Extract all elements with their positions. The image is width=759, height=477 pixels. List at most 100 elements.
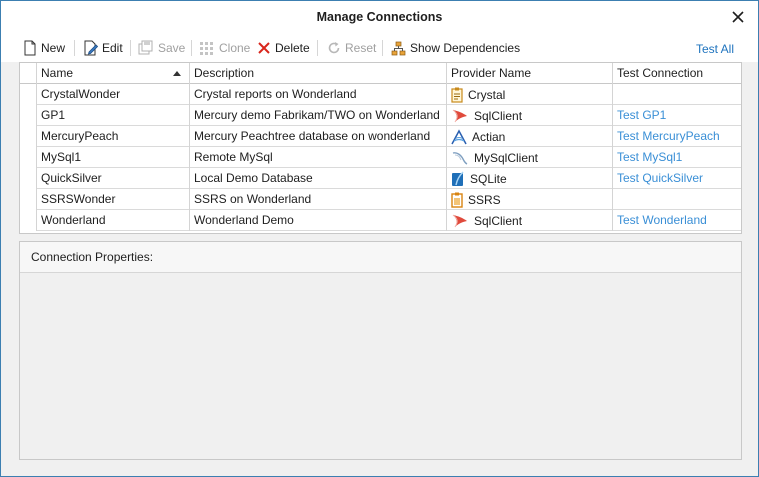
test-connection-link[interactable]: Test Wonderland bbox=[613, 210, 741, 231]
cell-name: CrystalWonder bbox=[37, 84, 190, 105]
cell-provider: SSRS bbox=[447, 189, 613, 210]
sort-ascending-icon bbox=[173, 71, 181, 76]
test-connection-link[interactable]: Test QuickSilver bbox=[613, 168, 741, 189]
row-selector[interactable] bbox=[20, 210, 37, 231]
actian-icon bbox=[451, 128, 467, 144]
reset-icon bbox=[328, 42, 340, 54]
cell-name: GP1 bbox=[37, 105, 190, 126]
column-header-test-connection[interactable]: Test Connection bbox=[613, 63, 741, 84]
new-document-icon bbox=[24, 40, 36, 56]
edit-label: Edit bbox=[102, 41, 123, 55]
row-selector[interactable] bbox=[20, 84, 37, 105]
test-connection-link[interactable]: Test MercuryPeach bbox=[613, 126, 741, 147]
ssrs-icon bbox=[451, 192, 463, 208]
clone-icon bbox=[200, 42, 213, 55]
cell-provider: MySqlClient bbox=[447, 147, 613, 168]
cell-description: Mercury Peachtree database on wonderland bbox=[190, 126, 447, 147]
table-row[interactable]: CrystalWonder Crystal reports on Wonderl… bbox=[20, 84, 741, 105]
provider-label: MySqlClient bbox=[474, 150, 539, 165]
table-row[interactable]: GP1 Mercury demo Fabrikam/TWO on Wonderl… bbox=[20, 105, 741, 126]
clone-label: Clone bbox=[219, 41, 251, 55]
reset-label: Reset bbox=[345, 41, 377, 55]
provider-label: SQLite bbox=[470, 171, 507, 186]
cell-description: Crystal reports on Wonderland bbox=[190, 84, 447, 105]
table-row[interactable]: QuickSilver Local Demo Database SQLite T… bbox=[20, 168, 741, 189]
row-selector[interactable] bbox=[20, 105, 37, 126]
column-header-label: Test Connection bbox=[617, 66, 704, 80]
new-label: New bbox=[41, 41, 66, 55]
toolbar-separator bbox=[317, 40, 318, 56]
provider-label: SqlClient bbox=[474, 108, 523, 123]
column-header-name[interactable]: Name bbox=[37, 63, 190, 84]
manage-connections-window: Manage Connections New Edit Save Clone D… bbox=[0, 0, 759, 477]
delete-x-icon bbox=[258, 42, 270, 54]
crystal-icon bbox=[451, 87, 463, 103]
connections-grid: Name Description Provider Name Test Conn… bbox=[19, 62, 742, 234]
close-icon[interactable] bbox=[730, 9, 746, 25]
cell-name: MySql1 bbox=[37, 147, 190, 168]
cell-description: SSRS on Wonderland bbox=[190, 189, 447, 210]
provider-label: SSRS bbox=[468, 192, 501, 207]
show-dependencies-button[interactable]: Show Dependencies bbox=[391, 38, 520, 58]
save-label: Save bbox=[158, 41, 186, 55]
reset-button[interactable]: Reset bbox=[327, 38, 376, 58]
cell-name: Wonderland bbox=[37, 210, 190, 231]
row-selector[interactable] bbox=[20, 189, 37, 210]
toolbar: New Edit Save Clone Delete Reset Show De… bbox=[1, 34, 758, 62]
cell-description: Local Demo Database bbox=[190, 168, 447, 189]
mysql-icon bbox=[452, 151, 468, 165]
table-row[interactable]: MySql1 Remote MySql MySqlClient Test MyS… bbox=[20, 147, 741, 168]
cell-provider: SqlClient bbox=[447, 105, 613, 126]
grid-header: Name Description Provider Name Test Conn… bbox=[20, 63, 741, 84]
edit-icon bbox=[84, 40, 98, 56]
cell-name: MercuryPeach bbox=[37, 126, 190, 147]
cell-provider: SQLite bbox=[447, 168, 613, 189]
test-all-link[interactable]: Test All bbox=[696, 42, 734, 56]
provider-label: Crystal bbox=[468, 87, 506, 102]
clone-button[interactable]: Clone bbox=[199, 38, 250, 58]
test-connection-link[interactable] bbox=[613, 84, 741, 105]
test-connection-link[interactable]: Test MySql1 bbox=[613, 147, 741, 168]
toolbar-separator bbox=[382, 40, 383, 56]
toolbar-separator bbox=[130, 40, 131, 56]
sqlclient-icon bbox=[452, 109, 467, 122]
save-button[interactable]: Save bbox=[138, 38, 185, 58]
delete-label: Delete bbox=[275, 41, 310, 55]
column-header-provider[interactable]: Provider Name bbox=[447, 63, 613, 84]
cell-description: Wonderland Demo bbox=[190, 210, 447, 231]
row-selector[interactable] bbox=[20, 147, 37, 168]
cell-provider: Actian bbox=[447, 126, 613, 147]
show-dependencies-label: Show Dependencies bbox=[410, 41, 521, 55]
row-selector[interactable] bbox=[20, 126, 37, 147]
column-header-label: Description bbox=[194, 66, 255, 80]
provider-label: SqlClient bbox=[474, 213, 523, 228]
sqlite-icon bbox=[452, 170, 464, 186]
cell-provider: Crystal bbox=[447, 84, 613, 105]
table-row[interactable]: MercuryPeach Mercury Peachtree database … bbox=[20, 126, 741, 147]
table-row[interactable]: SSRSWonder SSRS on Wonderland SSRS bbox=[20, 189, 741, 210]
toolbar-separator bbox=[191, 40, 192, 56]
cell-description: Remote MySql bbox=[190, 147, 447, 168]
table-row[interactable]: Wonderland Wonderland Demo SqlClient Tes… bbox=[20, 210, 741, 231]
connection-properties-header: Connection Properties: bbox=[20, 242, 741, 273]
window-title: Manage Connections bbox=[316, 10, 443, 24]
provider-label: Actian bbox=[472, 129, 506, 144]
connection-properties-panel: Connection Properties: bbox=[19, 241, 742, 460]
column-header-label: Name bbox=[41, 66, 74, 80]
column-header-description[interactable]: Description bbox=[190, 63, 447, 84]
sqlclient-icon bbox=[452, 214, 467, 227]
test-connection-link[interactable]: Test GP1 bbox=[613, 105, 741, 126]
dependencies-icon bbox=[391, 41, 406, 55]
toolbar-separator bbox=[74, 40, 75, 56]
test-connection-link[interactable] bbox=[613, 189, 741, 210]
row-header-corner bbox=[20, 63, 37, 84]
cell-name: SSRSWonder bbox=[37, 189, 190, 210]
cell-provider: SqlClient bbox=[447, 210, 613, 231]
cell-description: Mercury demo Fabrikam/TWO on Wonderland bbox=[190, 105, 447, 126]
row-selector[interactable] bbox=[20, 168, 37, 189]
column-header-label: Provider Name bbox=[451, 66, 532, 80]
delete-button[interactable]: Delete bbox=[257, 38, 310, 58]
edit-button[interactable]: Edit bbox=[83, 38, 123, 58]
new-button[interactable]: New bbox=[23, 38, 65, 58]
save-icon bbox=[138, 40, 153, 55]
